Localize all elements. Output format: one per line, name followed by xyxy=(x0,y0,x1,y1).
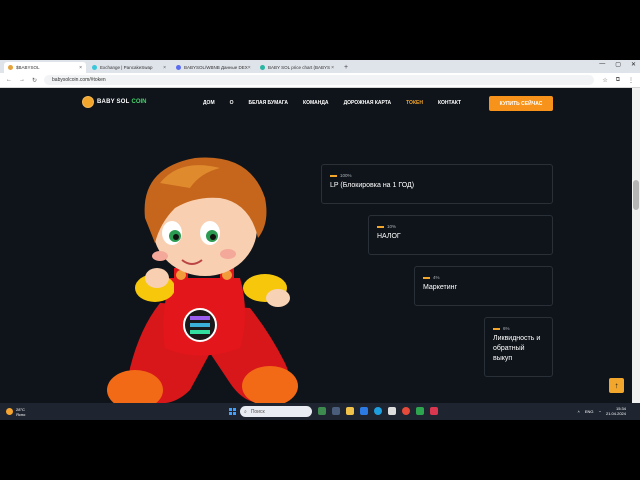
card-percent: 10% xyxy=(387,224,397,229)
screen: $BABYSOL × Exchange | PancakeSwap × BABY… xyxy=(0,60,640,420)
url-field[interactable]: babysolcoin.com/#token xyxy=(44,75,595,85)
chrome-icon[interactable] xyxy=(402,407,410,415)
tab-label: BABY SOL price chart (BABYS xyxy=(268,65,331,70)
app-icon[interactable] xyxy=(318,407,326,415)
card-percent: 100% xyxy=(340,173,352,178)
wifi-icon[interactable]: ◔ xyxy=(599,409,601,414)
back-to-top-button[interactable]: ↑ xyxy=(609,378,624,393)
logo-text: BABY SOL xyxy=(97,99,130,105)
weather-desc: Ясно xyxy=(16,411,26,417)
windows-taskbar: 28°C Ясно ⌕ Поиск ˄ ENG ◔ 15:34 21.04.20… xyxy=(0,403,640,420)
menu-item-roadmap[interactable]: ДОРОЖНАЯ КАРТА xyxy=(344,100,392,106)
buy-now-button[interactable]: КУПИТЬ СЕЙЧАС xyxy=(489,96,553,111)
favicon-icon xyxy=(8,65,13,70)
site-logo[interactable]: BABY SOL COIN xyxy=(82,96,147,108)
browser-tab[interactable]: $BABYSOL × xyxy=(4,62,86,73)
weather-temp: 28°C xyxy=(16,406,25,412)
favicon-icon xyxy=(176,65,181,70)
tray-arrow-icon[interactable]: ˄ xyxy=(578,409,580,414)
minimize-icon[interactable]: — xyxy=(599,61,605,68)
logo-accent-text: COIN xyxy=(131,99,147,105)
card-label: LP (Блокировка на 1 ГОД) xyxy=(330,182,415,189)
menu-item-whitepaper[interactable]: БЕЛАЯ БУМАГА xyxy=(249,100,289,106)
clock-date: 21.04.2024 xyxy=(605,411,626,416)
tab-label: BABYSOL/WBNB Данные DEX xyxy=(184,65,248,70)
extensions-icon[interactable]: ⧉ xyxy=(616,77,620,84)
card-percent: 6% xyxy=(503,326,510,331)
token-card: 4% Маркетинг xyxy=(414,266,553,306)
search-icon: ⌕ xyxy=(244,408,247,415)
accent-dash xyxy=(423,276,430,279)
new-tab-button[interactable]: + xyxy=(344,62,348,73)
menu-item-contact[interactable]: КОНТАКТ xyxy=(438,100,461,106)
card-percent: 4% xyxy=(433,275,440,280)
browser-tab[interactable]: BABY SOL price chart (BABYS × xyxy=(256,62,338,73)
tab-label: Exchange | PancakeSwap xyxy=(100,65,153,70)
favicon-icon xyxy=(92,65,97,70)
menu-item-team[interactable]: КОМАНДА xyxy=(303,100,329,106)
close-window-icon[interactable]: ✕ xyxy=(631,61,636,68)
token-card: 10% НАЛОГ xyxy=(368,215,553,255)
reload-icon[interactable]: ↻ xyxy=(32,77,37,84)
close-tab-icon[interactable]: × xyxy=(163,65,166,71)
accent-dash xyxy=(330,174,337,177)
browser-tab-bar: $BABYSOL × Exchange | PancakeSwap × BABY… xyxy=(0,60,640,73)
address-bar: ← → ↻ babysolcoin.com/#token ☆ ⧉ ⋮ xyxy=(0,73,640,88)
folder-icon[interactable] xyxy=(346,407,354,415)
menu-item-token[interactable]: ТОКЕН xyxy=(406,100,423,106)
app-icon[interactable] xyxy=(360,407,368,415)
card-label: НАЛОГ xyxy=(377,233,401,240)
token-card: 6% Ликвидность и обратный выкуп xyxy=(484,317,553,377)
forward-icon[interactable]: → xyxy=(19,77,25,83)
baby-mascot-image xyxy=(107,157,298,410)
app-icon[interactable] xyxy=(416,407,424,415)
accent-dash xyxy=(493,327,500,330)
app-icon[interactable] xyxy=(332,407,340,415)
start-icon[interactable] xyxy=(229,408,236,415)
page-scrollbar[interactable] xyxy=(632,88,640,420)
weather-widget[interactable]: 28°C Ясно xyxy=(6,407,25,417)
sun-icon xyxy=(6,408,13,415)
app-icon[interactable] xyxy=(430,407,438,415)
menu-item-home[interactable]: ДОМ xyxy=(203,100,215,106)
window-controls: — ▢ ✕ xyxy=(599,61,636,68)
scrollbar-thumb[interactable] xyxy=(633,180,639,210)
favicon-icon xyxy=(260,65,265,70)
taskbar-apps xyxy=(318,407,438,415)
token-card: 100% LP (Блокировка на 1 ГОД) xyxy=(321,164,553,204)
close-tab-icon[interactable]: × xyxy=(248,65,251,71)
clock[interactable]: 15:34 21.04.2024 xyxy=(606,406,626,416)
logo-icon xyxy=(82,96,94,108)
maximize-icon[interactable]: ▢ xyxy=(615,61,621,68)
app-icon[interactable] xyxy=(388,407,396,415)
close-tab-icon[interactable]: × xyxy=(331,65,334,71)
main-menu: ДОМ О БЕЛАЯ БУМАГА КОМАНДА ДОРОЖНАЯ КАРТ… xyxy=(203,100,476,106)
edge-icon[interactable] xyxy=(374,407,382,415)
tab-label: $BABYSOL xyxy=(16,65,40,70)
search-placeholder: Поиск xyxy=(250,408,265,415)
card-label: Ликвидность и обратный выкуп xyxy=(493,335,541,362)
browser-tools: ☆ ⧉ ⋮ xyxy=(602,77,634,84)
back-icon[interactable]: ← xyxy=(6,77,12,83)
browser-tab[interactable]: BABYSOL/WBNB Данные DEX × xyxy=(172,62,254,73)
close-tab-icon[interactable]: × xyxy=(79,65,82,71)
browser-menu-icon[interactable]: ⋮ xyxy=(628,77,634,84)
card-label: Маркетинг xyxy=(423,284,458,291)
system-tray: ˄ ENG ◔ 15:34 21.04.2024 xyxy=(578,406,626,416)
menu-item-about[interactable]: О xyxy=(230,100,234,106)
bookmark-star-icon[interactable]: ☆ xyxy=(602,77,607,84)
accent-dash xyxy=(377,225,384,228)
lang-indicator[interactable]: ENG xyxy=(585,409,594,414)
taskbar-search[interactable]: ⌕ Поиск xyxy=(240,406,312,417)
site-header: BABY SOL COIN ДОМ О БЕЛАЯ БУМАГА КОМАНДА… xyxy=(0,88,640,118)
browser-tab[interactable]: Exchange | PancakeSwap × xyxy=(88,62,170,73)
